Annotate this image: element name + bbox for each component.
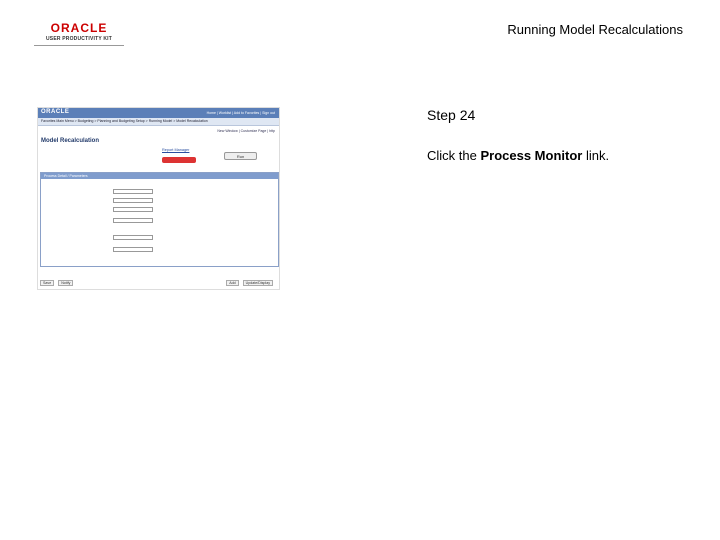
instruction-prefix: Click the [427,148,481,163]
save-button[interactable]: Save [40,280,55,286]
oracle-upk-logo: ORACLE USER PRODUCTIVITY KIT [34,22,124,48]
logo-divider [34,45,124,46]
parameters-panel: Process Detail / Parameters [40,172,279,267]
run-button[interactable]: Run [224,152,257,160]
field-3[interactable] [113,207,153,212]
field-4[interactable] [113,218,153,223]
instruction-suffix: link. [582,148,610,163]
field-6[interactable] [113,247,153,252]
field-5[interactable] [113,235,153,240]
app-breadcrumb-menu[interactable]: Favorites Main Menu > Budgeting > Planni… [38,118,279,126]
step-instruction: Click the Process Monitor link. [427,148,609,163]
process-monitor-highlight[interactable] [162,157,196,163]
app-header-links[interactable]: Home | Worklist | Add to Favorites | Sig… [207,111,275,115]
app-brand: ORACLE [41,109,70,115]
app-page-title: Model Recalculation [41,138,100,144]
page-title: Running Model Recalculations [507,22,683,37]
logo-brand: ORACLE [50,21,108,35]
bottom-right-toolbar: Add Update/Display [226,280,276,286]
field-2[interactable] [113,198,153,203]
parameters-panel-header: Process Detail / Parameters [41,173,278,179]
report-manager-link[interactable]: Report Manager [162,148,189,152]
step-number: Step 24 [427,107,476,123]
app-tools[interactable]: New Window | Customize Page | http [217,129,275,133]
app-header: ORACLE Home | Worklist | Add to Favorite… [38,108,279,118]
update-display-button[interactable]: Update/Display [242,280,273,286]
add-button[interactable]: Add [226,280,239,286]
logo-subtitle: USER PRODUCTIVITY KIT [45,36,113,42]
field-1[interactable] [113,189,153,194]
notify-button[interactable]: Notify [58,280,74,286]
bottom-toolbar: Save Notify [40,280,76,286]
app-screenshot: ORACLE Home | Worklist | Add to Favorite… [37,107,280,290]
instruction-highlight: Process Monitor [480,148,583,163]
